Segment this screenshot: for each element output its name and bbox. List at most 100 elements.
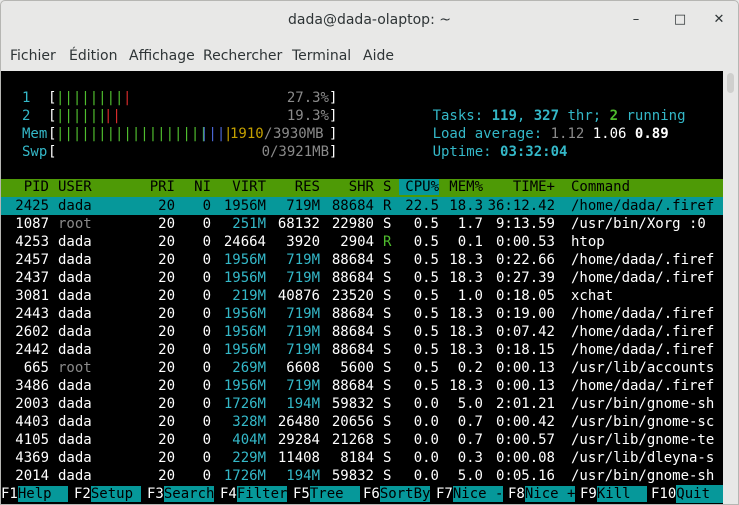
cell-pid: 4403 <box>15 414 49 430</box>
cell-time: 0:00.08 <box>495 450 555 466</box>
cell-shr: 8184 <box>340 450 374 466</box>
cell-pri: 20 <box>158 468 175 484</box>
cell-cpu: 0.0 <box>413 432 439 448</box>
cell-time: 0:05.16 <box>495 468 555 484</box>
table-row[interactable]: 2437 dada 20 0 1956M 719M 88684 S 0.5 18.3 0:27.39… <box>1 269 723 287</box>
cell-ni: 0 <box>202 432 211 448</box>
nice-plus-key[interactable]: Nice + <box>524 486 576 502</box>
cell-time: 0:27.39 <box>495 270 555 286</box>
cell-cmd: xchat <box>571 288 614 304</box>
table-row[interactable]: 2014 dada 20 0 1726M 194M 59832 S 0.0 5.0 0:05.16 /… <box>1 467 723 485</box>
kill-key[interactable]: Kill <box>596 486 648 502</box>
quit-key[interactable]: Quit <box>676 485 723 503</box>
cell-mem: 0.1 <box>457 234 483 250</box>
cell-pid: 2602 <box>15 324 49 340</box>
cell-cpu: 0.5 <box>413 360 439 376</box>
table-row[interactable]: 2442 dada 20 0 1956M 719M 88684 S 0.5 18.3 0:18.15… <box>1 341 723 359</box>
col-virt[interactable]: VIRT <box>211 179 266 195</box>
table-row[interactable]: 4105 dada 20 0 404M 29284 21268 S 0.0 0.7 0:00.57 /… <box>1 431 723 449</box>
menu-edition[interactable]: Édition <box>69 48 117 64</box>
cell-cpu: 0.5 <box>413 270 439 286</box>
col-s[interactable]: S <box>383 179 391 195</box>
menu-terminal[interactable]: Terminal <box>292 48 351 64</box>
cell-time: 2:01.21 <box>495 396 555 412</box>
cell-pri: 20 <box>158 342 175 358</box>
col-mem[interactable]: MEM% <box>439 179 483 195</box>
cell-time: 9:13.59 <box>495 216 555 232</box>
cell-user: dada <box>58 252 92 268</box>
terminal-area[interactable]: 1 [ |||||||| | 27.3% ] 2 [ |||||| || 19.… <box>1 71 723 504</box>
cell-user: dada <box>58 432 92 448</box>
maximize-icon[interactable]: □ <box>670 10 690 30</box>
cell-user: dada <box>58 288 92 304</box>
menu-fichier[interactable]: Fichier <box>10 48 56 64</box>
cell-pid: 3081 <box>15 288 49 304</box>
nice-minus-key[interactable]: Nice - <box>452 486 504 502</box>
table-row[interactable]: 4369 dada 20 0 229M 11408 8184 S 0.0 0.3 0:00.08/u… <box>1 449 723 467</box>
cell-virt: 219M <box>232 288 266 304</box>
cell-shr: 88684 <box>331 252 374 268</box>
minimize-icon[interactable]: – <box>626 10 646 30</box>
cell-s: S <box>383 288 392 304</box>
cell-shr: 22980 <box>331 216 374 232</box>
cpu2-meter: 2 [ |||||| || 19.3% ] <box>22 108 338 124</box>
cell-cmd: /usr/lib/gnome-te <box>571 432 715 448</box>
cell-cpu: 0.5 <box>413 234 439 250</box>
cell-mem: 18.3 <box>449 252 483 268</box>
cell-cpu: 0.5 <box>413 324 439 340</box>
scrollbar-thumb[interactable] <box>727 73 734 93</box>
col-pri[interactable]: PRI <box>121 179 175 195</box>
cell-pri: 20 <box>158 306 175 322</box>
cell-mem: 0.7 <box>457 414 483 430</box>
table-row[interactable]: 665 root 20 0 269M 6608 5600 S 0.5 0.2 0:00.13/usr… <box>1 359 723 377</box>
sortby-key[interactable]: SortBy <box>379 486 431 502</box>
table-row[interactable]: 4403 dada 20 0 328M 26480 20656 S 0.0 0.7 0:00.42 /… <box>1 413 723 431</box>
cell-user: dada <box>58 270 92 286</box>
menu-aide[interactable]: Aide <box>363 48 394 64</box>
col-command[interactable]: Command <box>571 179 630 195</box>
table-row[interactable]: 3486 dada 20 0 1956M 719M 88684 S 0.5 18.3 0:00.13… <box>1 377 723 395</box>
close-icon[interactable]: ✕ <box>709 10 729 30</box>
col-ni[interactable]: NI <box>175 179 211 195</box>
cell-ni: 0 <box>202 306 211 322</box>
table-row[interactable]: 2443 dada 20 0 1956M 719M 88684 S 0.5 18.3 0:19.00… <box>1 305 723 323</box>
cell-time: 0:22.66 <box>495 252 555 268</box>
menu-rechercher[interactable]: Rechercher <box>203 48 282 64</box>
filter-key[interactable]: Filter <box>236 486 288 502</box>
scrollbar[interactable] <box>723 71 738 504</box>
table-row[interactable]: 3081 dada 20 0 219M 40876 23520 S 0.5 1.0 0:18.05 x… <box>1 287 723 305</box>
menu-affichage[interactable]: Affichage <box>129 48 195 64</box>
cell-res: 194M <box>286 396 320 412</box>
table-row[interactable]: 2425 dada 20 0 1956M 719M 88684 R 22.5 18.3 36:12.… <box>1 197 723 215</box>
cell-virt: 1956M <box>223 378 266 394</box>
setup-key[interactable]: Setup <box>90 486 142 502</box>
cell-ni: 0 <box>202 270 211 286</box>
cell-res: 3920 <box>286 234 320 250</box>
col-shr[interactable]: SHR <box>320 179 374 195</box>
col-res[interactable]: RES <box>266 179 320 195</box>
cell-s: S <box>383 468 392 484</box>
cell-shr: 88684 <box>331 198 374 214</box>
table-row[interactable]: 2457 dada 20 0 1956M 719M 88684 S 0.5 18.3 0:22.66… <box>1 251 723 269</box>
cell-s: S <box>383 216 392 232</box>
help-key[interactable]: Help <box>17 486 69 502</box>
cell-time: 0:00.42 <box>495 414 555 430</box>
cell-pri: 20 <box>158 234 175 250</box>
table-row[interactable]: 2602 dada 20 0 1956M 719M 88684 S 0.5 18.3 0:07.42… <box>1 323 723 341</box>
table-row[interactable]: 2003 dada 20 0 1726M 194M 59832 S 0.0 5.0 2:01.21 /… <box>1 395 723 413</box>
cell-cpu: 0.5 <box>413 252 439 268</box>
table-row[interactable]: 4253 dada 20 0 24664 3920 2904 R 0.5 0.1 0:00.53 ht… <box>1 233 723 251</box>
search-key[interactable]: Search <box>163 486 215 502</box>
cell-virt: 404M <box>232 432 266 448</box>
col-cpu[interactable]: CPU% <box>399 179 439 195</box>
title-bar[interactable]: dada@dada-olaptop: ~ – □ ✕ <box>1 1 738 41</box>
process-table-header: PID USER PRI NI VIRT RES SHR S CPU% MEM%… <box>1 179 723 197</box>
mem-meter: Mem [ |||||||||||||||||| ||| | 1910 / 39… <box>22 126 338 142</box>
tree-key[interactable]: Tree <box>309 486 361 502</box>
col-time[interactable]: TIME+ <box>483 179 555 195</box>
col-user[interactable]: USER <box>58 179 92 195</box>
cell-mem: 18.3 <box>449 378 483 394</box>
col-pid[interactable]: PID <box>1 179 49 195</box>
cell-shr: 23520 <box>331 288 374 304</box>
table-row[interactable]: 1087 root 20 0 251M 68132 22980 S 0.5 1.7 9:13.59 /… <box>1 215 723 233</box>
